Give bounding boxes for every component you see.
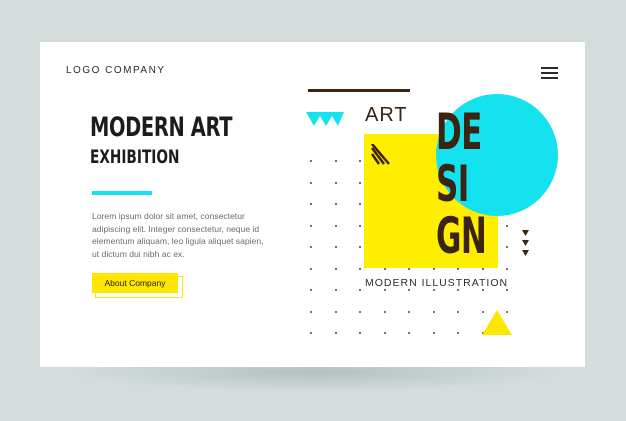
grid-dot xyxy=(506,246,508,248)
grid-dot xyxy=(310,332,312,334)
grid-dot xyxy=(359,224,361,227)
grid-dot xyxy=(408,289,410,291)
grid-dot xyxy=(457,289,459,291)
grid-dot xyxy=(359,181,361,184)
cyan-zigzag-icon xyxy=(306,112,344,126)
grid-dot xyxy=(359,267,361,270)
grid-dot xyxy=(383,310,386,313)
grid-dot xyxy=(359,203,361,205)
illustration: ART DE SI GN MODERN ILLUSTRATION xyxy=(40,42,585,367)
grid-dot xyxy=(432,332,435,334)
top-dark-line xyxy=(308,89,410,92)
grid-dot xyxy=(506,224,508,227)
grid-dot xyxy=(359,289,361,291)
grid-dot xyxy=(408,310,410,313)
small-triangles-icon xyxy=(522,230,529,256)
grid-dot xyxy=(310,181,312,184)
grid-dot xyxy=(310,203,312,205)
grid-dot xyxy=(334,332,337,334)
grid-dot xyxy=(310,267,312,270)
illustration-caption: MODERN ILLUSTRATION xyxy=(365,277,509,289)
grid-dot xyxy=(334,267,337,270)
grid-dot xyxy=(310,224,312,227)
grid-dot xyxy=(334,181,337,184)
grid-dot xyxy=(432,289,435,291)
grid-dot xyxy=(457,332,459,334)
grid-dot xyxy=(359,332,361,334)
grid-dot xyxy=(334,289,337,291)
landing-card: LOGO COMPANY MODERN ART EXHIBITION Lorem… xyxy=(40,42,585,367)
grid-dot xyxy=(481,289,484,291)
grid-dot xyxy=(334,160,337,162)
grid-dot xyxy=(334,203,337,205)
grid-dot xyxy=(334,310,337,313)
grid-dot xyxy=(310,160,312,162)
yellow-triangle-icon xyxy=(482,310,512,335)
diagonal-stripes-icon xyxy=(371,144,390,165)
grid-dot xyxy=(310,246,312,248)
grid-dot xyxy=(334,246,337,248)
grid-dot xyxy=(383,332,386,334)
grid-dot xyxy=(457,310,459,313)
grid-dot xyxy=(334,224,337,227)
grid-dot xyxy=(359,310,361,313)
grid-dot xyxy=(359,160,361,162)
grid-dot xyxy=(432,310,435,313)
grid-dot xyxy=(359,246,361,248)
grid-dot xyxy=(310,289,312,291)
design-text: DE SI GN xyxy=(436,103,487,265)
grid-dot xyxy=(310,310,312,313)
art-label: ART xyxy=(365,104,408,126)
grid-dot xyxy=(506,267,508,270)
grid-dot xyxy=(408,332,410,334)
grid-dot xyxy=(383,289,386,291)
grid-dot xyxy=(506,289,508,291)
